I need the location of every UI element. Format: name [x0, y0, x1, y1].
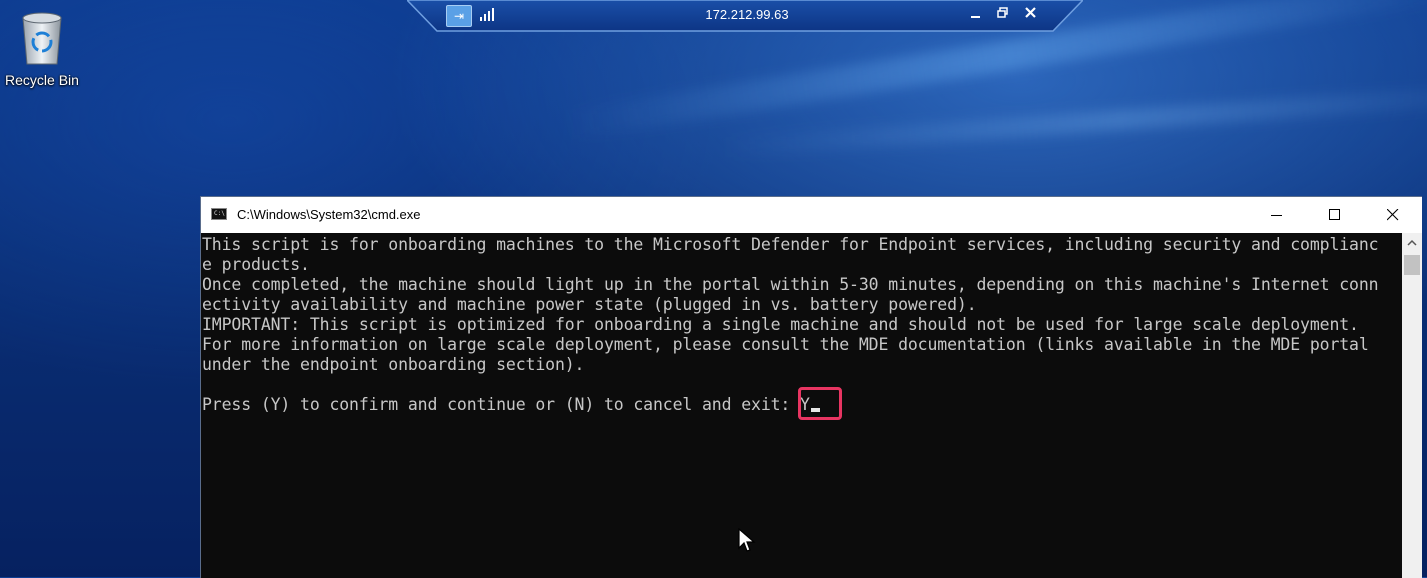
mouse-pointer-icon: [738, 528, 756, 552]
answer-highlight-box: [798, 387, 842, 420]
console-line: For more information on large scale depl…: [202, 335, 1369, 354]
console-line: Once completed, the machine should light…: [202, 275, 1379, 294]
scroll-thumb[interactable]: [1404, 255, 1420, 275]
remote-desktop-connection-bar[interactable]: ⇥ 172.212.99.63: [407, 0, 1083, 32]
desktop-icon-recycle-bin[interactable]: Recycle Bin: [3, 8, 81, 88]
console-line: ectivity availability and machine power …: [202, 295, 977, 314]
vertical-scrollbar[interactable]: [1402, 233, 1422, 578]
desktop-icon-label: Recycle Bin: [5, 72, 79, 88]
connection-signal-icon[interactable]: [479, 6, 497, 22]
pin-icon[interactable]: ⇥: [446, 5, 472, 27]
console-line: IMPORTANT: This script is optimized for …: [202, 315, 1359, 334]
minimize-button[interactable]: [1248, 197, 1306, 233]
chevron-up-icon: [1407, 239, 1417, 246]
console-line: under the endpoint onboarding section).: [202, 355, 585, 374]
wallpaper-light-streak: [720, 82, 1427, 158]
maximize-button[interactable]: [1306, 197, 1364, 233]
cmd-app-icon[interactable]: C:\: [211, 208, 227, 220]
scroll-up-button[interactable]: [1402, 233, 1422, 253]
console-line: This script is for onboarding machines t…: [202, 235, 1379, 254]
minimize-icon: [1271, 215, 1282, 216]
console-line: e products.: [202, 255, 310, 274]
remote-host-address: 172.212.99.63: [705, 7, 789, 22]
minimize-icon: [971, 16, 980, 18]
confirm-prompt: Press (Y) to confirm and continue or (N)…: [202, 395, 801, 414]
restore-icon: [997, 7, 1008, 18]
cmd-titlebar[interactable]: C:\ C:\Windows\System32\cmd.exe: [201, 197, 1422, 233]
recycle-bin-icon: [22, 12, 62, 65]
close-button[interactable]: [1364, 197, 1422, 233]
console-output[interactable]: This script is for onboarding machines t…: [201, 233, 1401, 578]
rdp-close-button[interactable]: [1020, 4, 1042, 24]
rdp-minimize-button[interactable]: [965, 4, 987, 24]
rdp-restore-button[interactable]: [992, 4, 1014, 24]
maximize-icon: [1329, 209, 1340, 220]
cmd-window[interactable]: C:\ C:\Windows\System32\cmd.exe This scr…: [200, 196, 1422, 578]
close-icon: [1387, 209, 1399, 221]
close-icon: [1025, 7, 1036, 18]
window-title: C:\Windows\System32\cmd.exe: [237, 207, 421, 222]
